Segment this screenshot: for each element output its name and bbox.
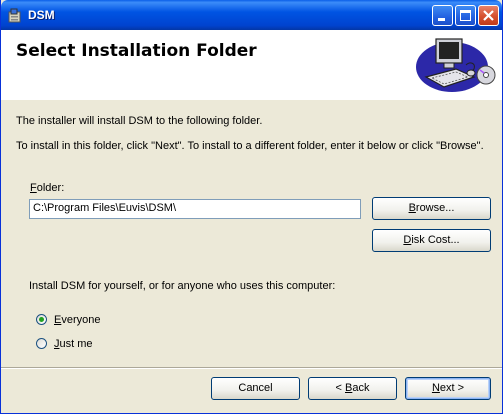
folder-path-value: C:\Program Files\Euvis\DSM\ <box>33 202 177 214</box>
radio-everyone-label[interactable]: Everyone <box>54 314 100 326</box>
disk-cost-label: isk Cost... <box>411 234 460 246</box>
browse-mnemonic: B <box>408 202 416 214</box>
radio-selected-dot <box>39 317 44 322</box>
just-me-label-rest: ust me <box>59 338 93 350</box>
back-arrow: < <box>335 382 345 394</box>
next-mnemonic: N <box>431 382 440 394</box>
install-instructions-text: To install in this folder, click "Next".… <box>16 140 484 152</box>
folder-label: Folder: <box>30 182 64 194</box>
radio-everyone[interactable] <box>36 314 47 325</box>
footer-divider-highlight <box>1 368 502 369</box>
close-icon <box>483 10 494 21</box>
maximize-button[interactable] <box>455 5 476 26</box>
back-button[interactable]: < Back <box>308 377 397 400</box>
folder-path-input[interactable]: C:\Program Files\Euvis\DSM\ <box>29 199 361 219</box>
header-banner: Select Installation Folder <box>1 30 502 100</box>
computer-setup-icon <box>416 38 496 92</box>
minimize-button[interactable] <box>432 5 453 26</box>
browse-button[interactable]: Browse... <box>372 197 491 220</box>
everyone-label-rest: veryone <box>61 314 101 326</box>
installer-app-icon <box>8 8 21 23</box>
next-button[interactable]: Next > <box>405 377 491 400</box>
installer-window: DSM Select Installation Folder The insta… <box>0 0 503 414</box>
install-for-question: Install DSM for yourself, or for anyone … <box>29 280 336 292</box>
disk-cost-button[interactable]: Disk Cost... <box>372 229 491 252</box>
radio-just-me[interactable] <box>36 338 47 349</box>
radio-just-me-label[interactable]: Just me <box>54 338 93 350</box>
cancel-button[interactable]: Cancel <box>211 377 300 400</box>
minimize-icon <box>438 18 445 21</box>
folder-label-rest: older: <box>36 182 65 194</box>
window-title: DSM <box>28 8 55 22</box>
install-info-text: The installer will install DSM to the fo… <box>16 115 263 127</box>
banner-divider <box>1 99 502 100</box>
title-bar[interactable]: DSM <box>1 0 502 30</box>
back-label: ack <box>352 382 370 394</box>
next-label: ext > <box>439 382 465 394</box>
page-title: Select Installation Folder <box>16 41 257 61</box>
maximize-icon <box>460 10 471 21</box>
close-button[interactable] <box>478 5 499 26</box>
browse-label: rowse... <box>415 202 455 214</box>
folder-label-mnemonic: F <box>30 182 37 194</box>
